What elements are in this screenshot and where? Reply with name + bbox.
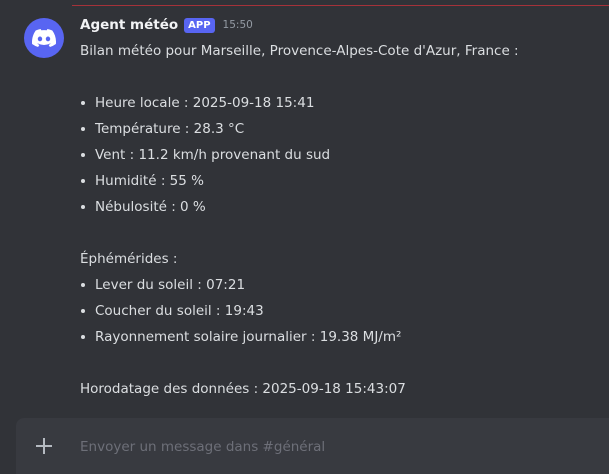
message-input[interactable] — [78, 435, 602, 459]
weather-intro: Bilan météo pour Marseille, Provence-Alp… — [80, 43, 519, 59]
message-timestamp[interactable]: 15:50 — [223, 19, 253, 31]
plus-icon — [36, 438, 52, 454]
ephemeris-title: Éphémérides : — [80, 251, 178, 267]
author-name[interactable]: Agent météo — [80, 17, 178, 33]
weather-list: Heure locale : 2025-09-18 15:41 Températ… — [80, 90, 600, 220]
bot-message: Agent météo APP 15:50 Bilan météo pour M… — [0, 0, 609, 410]
data-timestamp: Horodatage des données : 2025-09-18 15:4… — [80, 381, 406, 397]
list-item: Température : 28.3 °C — [80, 116, 600, 142]
ephemeris-list: Lever du soleil : 07:21 Coucher du solei… — [80, 272, 600, 350]
add-attachment-button[interactable] — [34, 436, 54, 456]
list-item: Rayonnement solaire journalier : 19.38 M… — [80, 324, 600, 350]
message-header: Agent météo APP 15:50 — [80, 14, 253, 36]
list-item: Nébulosité : 0 % — [80, 194, 600, 220]
list-item: Humidité : 55 % — [80, 168, 600, 194]
message-composer — [16, 418, 609, 474]
app-badge: APP — [184, 17, 215, 33]
discord-logo-icon — [32, 29, 56, 47]
list-item: Coucher du soleil : 19:43 — [80, 298, 600, 324]
avatar[interactable] — [24, 18, 64, 58]
list-item: Vent : 11.2 km/h provenant du sud — [80, 142, 600, 168]
message-content: Bilan météo pour Marseille, Provence-Alp… — [80, 38, 600, 402]
list-item: Heure locale : 2025-09-18 15:41 — [80, 90, 600, 116]
list-item: Lever du soleil : 07:21 — [80, 272, 600, 298]
